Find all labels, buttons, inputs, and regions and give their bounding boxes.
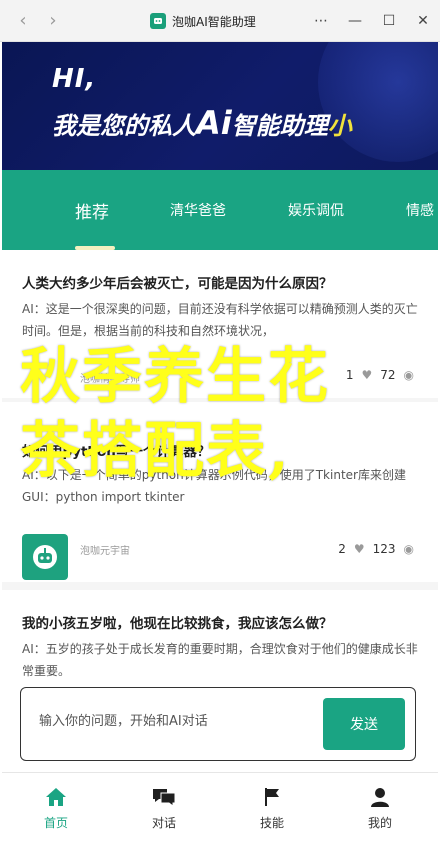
flag-icon [265,787,279,806]
banner-headline-ai: Ai [196,104,232,142]
back-button[interactable]: ‹ [8,6,38,36]
avatar[interactable] [22,534,68,580]
home-icon [46,787,66,806]
nav-home-label: 首页 [43,815,68,830]
answer-preview: AI：五岁的孩子处于成长发育的重要时期，合理饮食对于他们的健康成长非常重要。 [22,642,418,678]
window-title-group: 泡咖AI智能助理 [150,0,256,42]
window-title: 泡咖AI智能助理 [172,14,256,29]
minimize-button[interactable]: — [338,0,372,42]
question-title[interactable]: 人类大约多少年后会被灭亡，可能是因为什么原因？ [22,272,333,292]
bottom-navigation: 首页 对话 技能 我的 [2,772,438,843]
banner-headline-tail: 小 [327,112,352,140]
answer-preview: AI：这是一个很深奥的问题，目前还没有科学依据可以精确预测人类的灭亡时间。但是，… [22,302,418,338]
chat-input-box[interactable]: 输入你的问题，开始和AI对话 发送 [20,687,416,761]
nav-skills-label: 技能 [259,815,284,830]
overlay-watermark-text: 秋季养生花 茶搭配表, [20,340,440,488]
nav-profile[interactable]: 我的 [330,773,430,843]
tab-tsinghua-dad[interactable]: 清华爸爸 [170,170,226,250]
overlay-line-1: 秋季养生花 [20,342,330,412]
chat-input-placeholder[interactable]: 输入你的问题，开始和AI对话 [39,710,208,729]
tab-emotion[interactable]: 情感 [406,170,434,250]
like-count: 2 [338,542,346,556]
tab-entertainment[interactable]: 娱乐调侃 [288,170,344,250]
question-card[interactable]: 我的小孩五岁啦，他现在比较挑食，我应该怎么做？ AI：五岁的孩子处于成长发育的重… [2,590,438,684]
banner-headline: 我是您的私人Ai智能助理小 [52,104,352,142]
heart-icon[interactable]: ♥ [354,542,365,556]
maximize-button[interactable]: ☐ [372,0,406,42]
nav-home[interactable]: 首页 [6,773,106,843]
hero-banner: HI, 我是您的私人Ai智能助理小 [2,42,438,170]
view-count: 123 [372,542,396,556]
category-tabs: 推荐 清华爸爸 娱乐调侃 情感 [2,170,438,250]
nav-profile-label: 我的 [367,815,392,830]
card-stats: 2 ♥ 123 ◉ [338,542,414,556]
banner-headline-prefix: 我是您的私人 [52,112,196,140]
tab-recommend[interactable]: 推荐 [75,170,109,250]
forward-button[interactable]: › [38,6,68,36]
window-controls: ⋯ — ☐ ✕ [304,0,440,42]
eye-icon: ◉ [403,542,414,556]
robot-icon [33,545,57,569]
banner-glow-decoration [318,42,438,162]
nav-chat[interactable]: 对话 [114,773,214,843]
author-name: 泡咖元宇宙 [80,546,130,557]
close-button[interactable]: ✕ [406,0,440,42]
chevron-left-icon: ‹ [19,10,27,31]
close-icon: ✕ [417,13,429,29]
send-button[interactable]: 发送 [323,698,405,750]
nav-chat-label: 对话 [151,815,176,830]
nav-skills[interactable]: 技能 [222,773,322,843]
question-title[interactable]: 我的小孩五岁啦，他现在比较挑食，我应该怎么做？ [22,612,333,632]
more-dots-icon: ⋯ [314,13,328,29]
chevron-right-icon: › [49,10,57,31]
banner-greeting: HI, [52,64,97,94]
minimize-icon: — [348,13,362,29]
overlay-line-2: 茶搭配表, [20,416,291,486]
maximize-icon: ☐ [382,13,396,29]
user-icon [371,787,389,807]
more-button[interactable]: ⋯ [304,0,338,42]
banner-headline-suffix: 智能助理 [231,112,328,140]
chat-icon [153,788,176,807]
window-titlebar: ‹ › 泡咖AI智能助理 ⋯ — ☐ ✕ [0,0,440,42]
app-logo-icon [150,13,166,29]
